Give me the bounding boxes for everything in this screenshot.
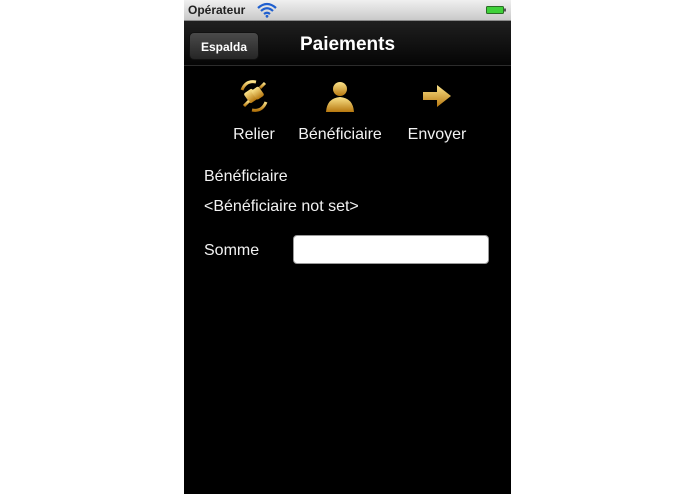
beneficiary-value: <Bénéficiaire not set> bbox=[204, 198, 359, 215]
tab-envoyer-label: Envoyer bbox=[407, 126, 467, 143]
back-button[interactable]: Espalda bbox=[189, 32, 260, 60]
person-icon bbox=[326, 82, 354, 112]
navigation-bar: Espalda Paiements bbox=[184, 21, 511, 66]
amount-input[interactable] bbox=[293, 235, 489, 264]
arrow-right-icon bbox=[423, 85, 451, 107]
beneficiary-label: Bénéficiaire bbox=[204, 168, 288, 185]
tab-envoyer[interactable]: Envoyer bbox=[387, 78, 487, 144]
wifi-icon bbox=[257, 2, 277, 18]
tab-beneficiaire-label: Bénéficiaire bbox=[298, 126, 382, 143]
tab-relier-label: Relier bbox=[233, 126, 275, 143]
battery-icon bbox=[486, 6, 506, 14]
phone-screen: Opérateur Espalda Paiements Relier Bénéf… bbox=[184, 0, 511, 494]
status-bar: Opérateur bbox=[184, 0, 511, 21]
plug-connect-icon bbox=[240, 80, 268, 112]
tab-relier[interactable]: Relier bbox=[204, 78, 304, 144]
tab-beneficiaire[interactable]: Bénéficiaire bbox=[290, 78, 390, 144]
carrier-name: Opérateur bbox=[188, 3, 246, 17]
amount-label: Somme bbox=[204, 242, 260, 259]
